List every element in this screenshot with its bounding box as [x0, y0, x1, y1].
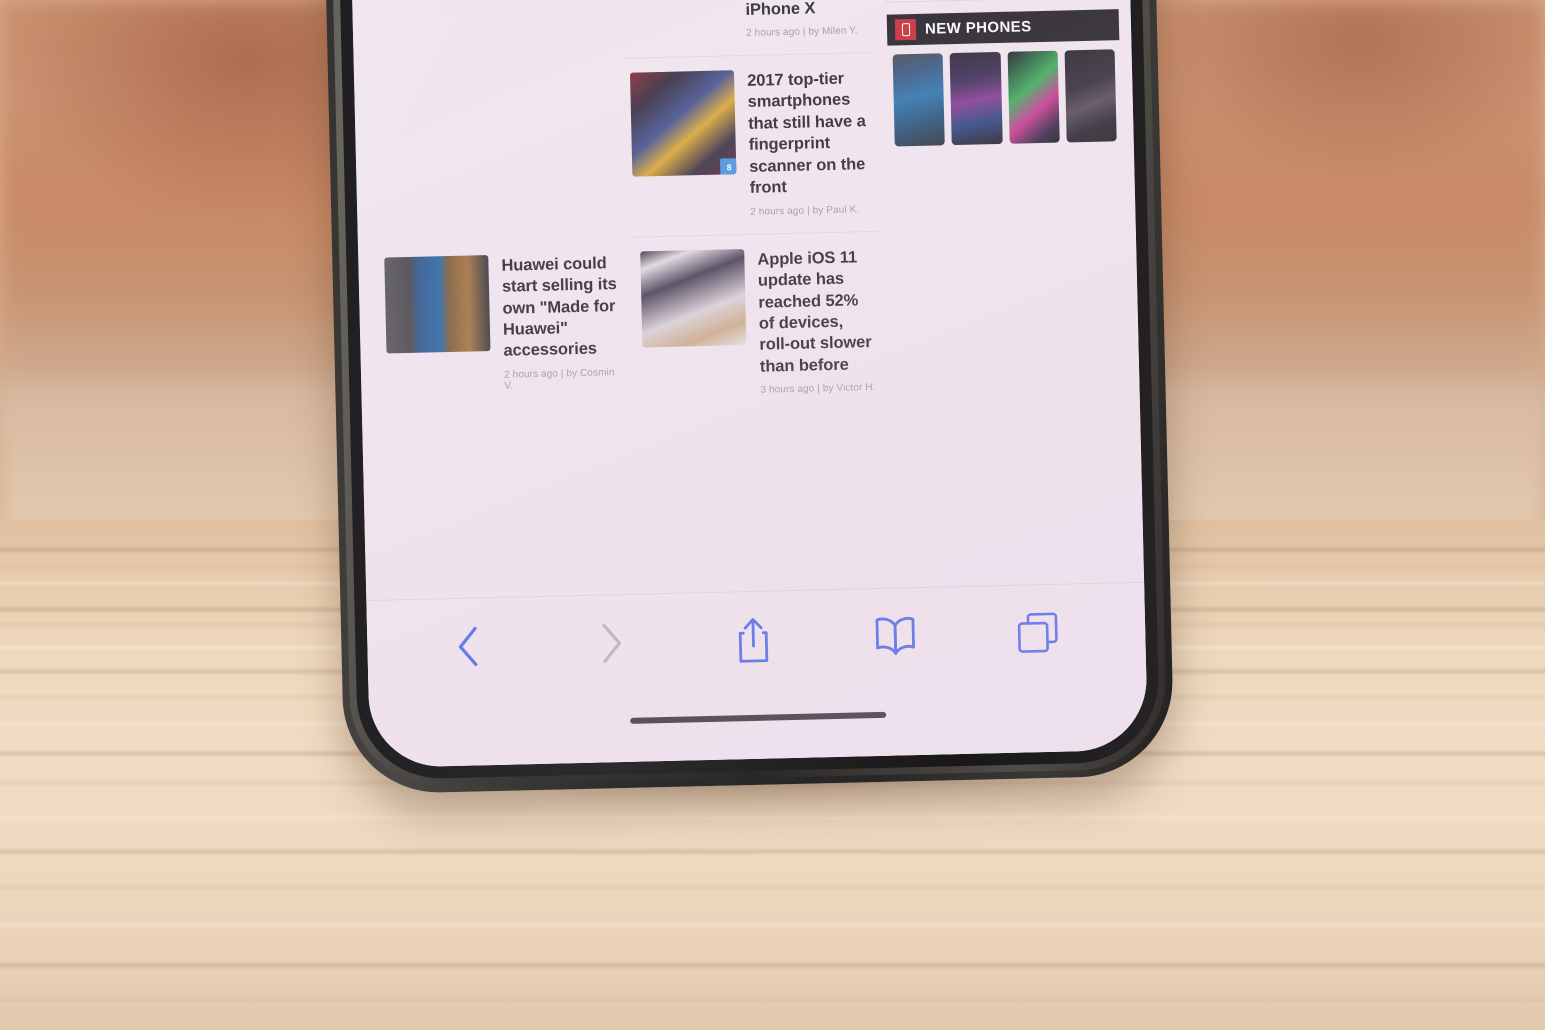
home-indicator[interactable]	[630, 711, 887, 724]
safari-toolbar	[366, 581, 1149, 768]
forward-button[interactable]	[539, 594, 684, 693]
article-row[interactable]: 11 Jimmy Kimmel pranks passersby into mi…	[620, 0, 874, 59]
article-meta: 3 hours ago | by Victor H.	[760, 382, 876, 396]
new-phones-section: NEW PHONES	[886, 8, 1122, 146]
back-button[interactable]	[396, 597, 541, 696]
land-rover-advertisement[interactable]: LAND- -ROVER ABOVE & BEYOND НАТИСНИ ТУК …	[881, 0, 1119, 3]
article-thumbnail	[384, 254, 491, 354]
tabs-icon	[1017, 612, 1058, 653]
article-thumbnail	[640, 248, 747, 348]
bookmarks-button[interactable]	[823, 587, 968, 686]
new-phones-list	[887, 40, 1121, 146]
article-row[interactable]: Huawei could start selling its own "Made…	[380, 238, 626, 421]
article-title[interactable]: Apple iOS 11 update has reached 52% of d…	[757, 247, 877, 378]
share-icon	[738, 618, 769, 663]
article-title[interactable]: 2017 top-tier smartphones that still hav…	[747, 68, 873, 199]
article-feed: 2 military-grade drop protection 10 Nov.…	[364, 0, 882, 421]
article-meta: 2 hours ago | by Paul K.	[750, 203, 860, 218]
article-row[interactable]: Apple iOS 11 update has reached 52% of d…	[636, 232, 882, 415]
iphone-x-device: 2 military-grade drop protection 10 Nov.…	[315, 0, 1175, 795]
share-button[interactable]	[681, 590, 826, 689]
chevron-left-icon	[459, 626, 478, 667]
comment-count-badge[interactable]: 8	[720, 158, 737, 177]
article-thumbnail: 8	[629, 70, 737, 177]
tabs-button[interactable]	[966, 584, 1111, 683]
article-meta: 2 hours ago | by Milen Y.	[745, 25, 858, 39]
new-phone-item[interactable]	[1064, 48, 1117, 142]
new-phone-item[interactable]	[1007, 50, 1060, 144]
new-phone-item[interactable]	[949, 51, 1003, 145]
sidebar: VS FEIYU-TECH SPG VS ZHIYUN SMOOTH 3: SM…	[876, 0, 1128, 409]
new-phone-item[interactable]	[892, 52, 946, 146]
phone-icon	[894, 18, 917, 40]
new-phones-heading: NEW PHONES	[924, 17, 1032, 38]
article-title[interactable]: Huawei could start selling its own "Made…	[501, 253, 620, 363]
article-title[interactable]: Jimmy Kimmel pranks passersby into mista…	[742, 0, 869, 21]
feed-row: Huawei could start selling its own "Made…	[380, 232, 882, 421]
book-icon	[875, 616, 916, 655]
chevron-right-icon	[601, 623, 621, 664]
article-meta: 2 hours ago | by Cosmin V.	[503, 366, 615, 392]
article-row[interactable]: 8 2017 top-tier smartphones that still h…	[625, 52, 878, 238]
phone-screen: 2 military-grade drop protection 10 Nov.…	[341, 0, 1149, 768]
